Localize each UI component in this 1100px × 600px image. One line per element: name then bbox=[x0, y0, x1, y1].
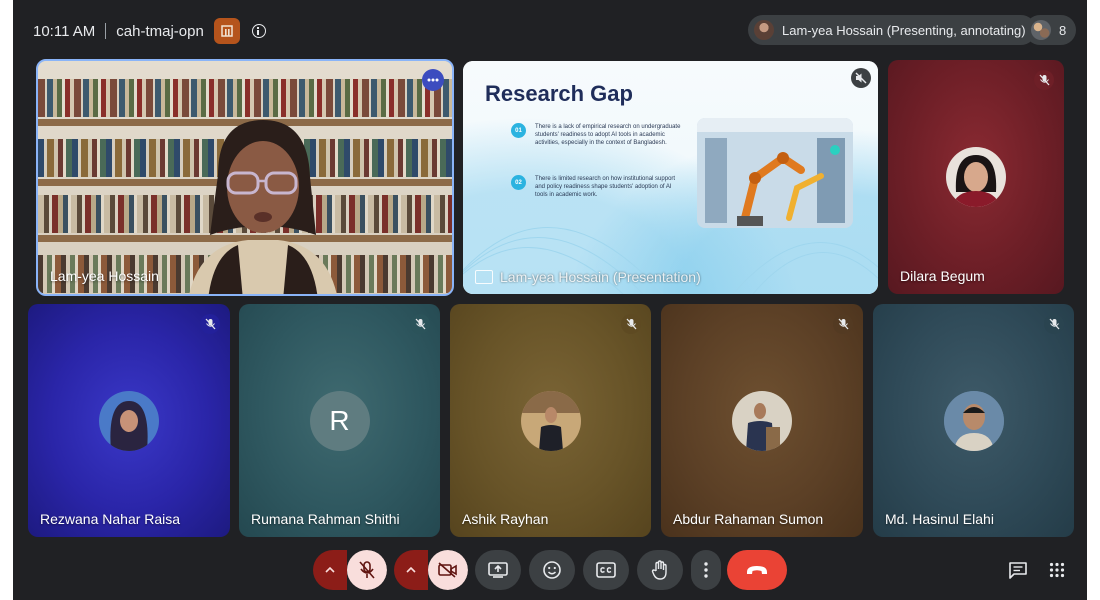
avatar bbox=[99, 390, 159, 451]
participant-name: Ashik Rayhan bbox=[462, 511, 549, 527]
slide-point: 02 There is limited research on how inst… bbox=[511, 175, 685, 199]
mic-control-group bbox=[313, 550, 387, 590]
participants-avatars bbox=[1031, 20, 1051, 40]
mic-off-icon[interactable] bbox=[347, 550, 387, 590]
chat-icon[interactable] bbox=[1006, 558, 1030, 582]
participant-tile-hasinul[interactable]: Md. Hasinul Elahi bbox=[873, 304, 1074, 537]
mic-off-icon bbox=[833, 314, 853, 334]
meeting-code: cah-tmaj-opn bbox=[116, 22, 204, 40]
participant-tile-rezwana[interactable]: Rezwana Nahar Raisa bbox=[28, 304, 230, 537]
point-number: 02 bbox=[511, 175, 526, 190]
presenter-status: Lam-yea Hossain (Presenting, annotating) bbox=[782, 22, 1026, 38]
camera-control-group bbox=[394, 550, 468, 590]
point-text: There is limited research on how institu… bbox=[535, 176, 676, 198]
avatar bbox=[520, 390, 581, 451]
mic-off-icon bbox=[621, 314, 641, 334]
participant-tile-dilara[interactable]: Dilara Begum bbox=[888, 60, 1064, 294]
participant-tile-abdur[interactable]: Abdur Rahaman Sumon bbox=[661, 304, 863, 537]
participant-name: Rumana Rahman Shithi bbox=[251, 511, 400, 527]
presentation-icon bbox=[475, 270, 493, 284]
meeting-info-bar: 10:11 AM cah-tmaj-opn bbox=[33, 18, 266, 44]
presenter-chip[interactable]: Lam-yea Hossain (Presenting, annotating) bbox=[748, 15, 1036, 45]
mic-off-icon bbox=[410, 314, 430, 334]
mic-off-icon bbox=[200, 314, 220, 334]
point-text: There is a lack of empirical research on… bbox=[535, 124, 681, 146]
avatar bbox=[732, 390, 792, 451]
presentation-name: Lam-yea Hossain (Presentation) bbox=[500, 269, 701, 285]
avatar bbox=[943, 390, 1004, 451]
more-options-icon[interactable] bbox=[422, 69, 444, 91]
hang-up-icon[interactable] bbox=[727, 550, 787, 590]
presentation-label: Lam-yea Hossain (Presentation) bbox=[475, 269, 701, 285]
meeting-time: 10:11 AM bbox=[33, 22, 96, 40]
raise-hand-icon[interactable] bbox=[637, 550, 683, 590]
emoji-icon[interactable] bbox=[529, 550, 575, 590]
mic-off-icon bbox=[1044, 314, 1064, 334]
robotic-arm-image bbox=[697, 118, 853, 228]
info-icon[interactable] bbox=[251, 24, 266, 38]
avatar bbox=[946, 147, 1006, 207]
activities-icon[interactable] bbox=[1045, 558, 1069, 582]
present-screen-icon[interactable] bbox=[475, 550, 521, 590]
speaker-video bbox=[189, 120, 337, 294]
slide-point: 01 There is a lack of empirical research… bbox=[511, 123, 685, 147]
host-controls-icon[interactable] bbox=[213, 18, 240, 44]
participant-count: 8 bbox=[1059, 22, 1067, 38]
avatar-initial: R bbox=[309, 390, 370, 451]
participant-name: Abdur Rahaman Sumon bbox=[673, 511, 824, 527]
speaker-tile[interactable]: Lam-yea Hossain bbox=[36, 59, 454, 296]
participant-name: Md. Hasinul Elahi bbox=[885, 511, 994, 527]
camera-off-icon[interactable] bbox=[428, 550, 468, 590]
more-vert-icon[interactable] bbox=[691, 550, 721, 590]
participant-name: Rezwana Nahar Raisa bbox=[40, 511, 181, 527]
chevron-up-icon[interactable] bbox=[313, 550, 347, 590]
mic-off-icon bbox=[1034, 70, 1054, 90]
divider bbox=[105, 23, 107, 39]
meet-window: 10:11 AM cah-tmaj-opn Lam-yea Hossain (P… bbox=[13, 0, 1087, 600]
participants-button[interactable]: 8 bbox=[1025, 15, 1077, 45]
volume-off-icon bbox=[851, 68, 871, 88]
captions-icon[interactable] bbox=[583, 550, 629, 590]
participant-tile-rumana[interactable]: R Rumana Rahman Shithi bbox=[239, 304, 440, 537]
point-number: 01 bbox=[511, 123, 526, 138]
presentation-tile[interactable]: Research Gap 01 There is a lack of empir… bbox=[463, 61, 878, 294]
participant-name: Lam-yea Hossain bbox=[50, 268, 159, 284]
slide-title: Research Gap bbox=[485, 81, 633, 106]
participant-name: Dilara Begum bbox=[900, 268, 985, 284]
presenter-avatar bbox=[754, 20, 774, 40]
chevron-up-icon[interactable] bbox=[394, 550, 428, 590]
participant-tile-ashik[interactable]: Ashik Rayhan bbox=[450, 304, 651, 537]
